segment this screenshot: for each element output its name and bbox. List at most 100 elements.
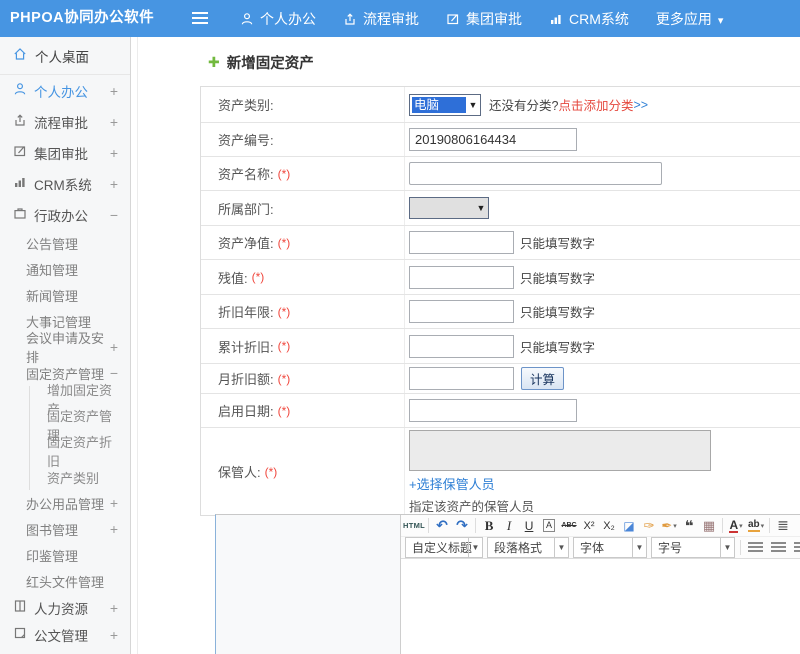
chevron-down-icon: ▾ [761,522,765,530]
bar-chart-icon [549,12,563,26]
sidebar-item-office-supplies-mgmt[interactable]: 办公用品管理 + [0,490,130,516]
expand-icon[interactable]: + [110,495,118,511]
field-label: 启用日期: [218,401,274,420]
sidebar-item-admin-office[interactable]: 行政办公 − [0,199,130,230]
blockquote-button[interactable]: ❝ [679,516,699,536]
subscript-button[interactable]: X₂ [599,516,619,536]
format-brush-button[interactable]: ✑ [639,516,659,536]
sidebar-item-process-approval[interactable]: 流程审批 + [0,106,130,137]
nav-item-process-approval[interactable]: 流程审批 [343,9,419,29]
sidebar-item-news-mgmt[interactable]: 新闻管理 [0,282,130,308]
required-mark: (*) [278,236,291,250]
add-category-link[interactable]: 点击添加分类 [558,95,633,114]
redo-button[interactable]: ↷ [452,516,472,536]
page-title: ✚ 新增固定资产 [208,52,314,73]
editor-label-cell [216,515,400,654]
sidebar-item-desktop[interactable]: 个人桌面 [0,37,130,75]
sidebar-item-announcement-mgmt[interactable]: 公告管理 [0,230,130,256]
edit-icon [13,144,27,161]
acc-dep-input[interactable] [409,335,514,358]
document-icon [13,626,27,643]
toolbar-separator [769,518,770,533]
form-row-department: 所属部门: ▼ [201,191,800,226]
required-mark: (*) [278,305,291,319]
numeric-only-note: 只能填写数字 [520,268,595,287]
expand-icon[interactable]: + [110,521,118,537]
toolbar-separator [475,518,476,533]
dep-years-input[interactable] [409,300,514,323]
start-date-input[interactable] [409,399,577,422]
calculate-button[interactable]: 计算 [521,367,564,390]
nav-item-crm[interactable]: CRM系统 [549,9,629,29]
strikethrough-button[interactable]: ABC [559,516,579,536]
expand-icon[interactable]: + [110,339,118,355]
font-size-select[interactable]: 字号 ▼ [651,537,735,558]
field-label: 所属部门: [218,199,274,218]
add-category-arrows[interactable]: >> [633,98,648,112]
expand-icon[interactable]: + [110,176,118,192]
nav-item-personal-office[interactable]: 个人办公 [240,9,316,29]
fixed-asset-submenu: 增加固定资产 固定资产管理 固定资产折旧 资产类别 [29,386,130,490]
required-mark: (*) [278,339,291,353]
expand-icon[interactable]: + [110,627,118,643]
italic-button[interactable]: I [499,516,519,536]
sidebar-item-fixed-asset-depreciation[interactable]: 固定资产折旧 [30,438,130,464]
sidebar-item-personal-office[interactable]: 个人办公 + [0,75,130,106]
keeper-textarea[interactable] [409,430,711,471]
form-row-start-date: 启用日期: (*) [201,394,800,428]
expand-icon[interactable]: + [110,145,118,161]
sidebar-item-crm[interactable]: CRM系统 + [0,168,130,199]
sidebar-item-meeting-mgmt[interactable]: 会议申请及安排 + [0,334,130,360]
sidebar-item-hr[interactable]: 人力资源 + [0,594,130,621]
superscript-button[interactable]: X² [579,516,599,536]
source-button[interactable]: HTML [403,516,425,536]
expand-icon[interactable]: + [110,83,118,99]
numeric-only-note: 只能填写数字 [520,337,595,356]
highlight-button[interactable]: ab▾ [746,516,766,536]
list-button[interactable]: ≣ [773,516,793,536]
align-center-icon[interactable] [771,542,786,553]
paste-table-button[interactable]: ▦ [699,516,719,536]
field-label: 资产净值: [218,233,274,252]
nav-item-group-approval[interactable]: 集团审批 [446,9,522,29]
sidebar-item-asset-category[interactable]: 资产类别 [30,464,130,490]
editor-content-area[interactable] [401,559,800,654]
sidebar-item-notice-mgmt[interactable]: 通知管理 [0,256,130,282]
nav-item-more-apps[interactable]: 更多应用 [656,9,724,29]
field-label: 资产编号: [218,130,274,149]
book-icon [13,599,27,616]
person-icon [13,82,27,99]
salvage-input[interactable] [409,266,514,289]
expand-icon[interactable]: + [110,114,118,130]
hamburger-menu-icon[interactable] [192,12,208,27]
sidebar-item-group-approval[interactable]: 集团审批 + [0,137,130,168]
underline-button[interactable]: U [519,516,539,536]
collapse-icon[interactable]: − [110,365,118,381]
select-keeper-link[interactable]: +选择保管人员 [409,474,495,493]
bold-button[interactable]: B [479,516,499,536]
eraser-button[interactable]: ◪ [619,516,639,536]
sidebar-item-document-mgmt[interactable]: 公文管理 + [0,621,130,648]
expand-icon[interactable]: + [110,600,118,616]
font-family-select[interactable]: 字体 ▼ [573,537,647,558]
custom-title-select[interactable]: 自定义标题 ▼ [405,537,483,558]
department-select[interactable]: ▼ [409,197,489,219]
asset-name-input[interactable] [409,162,662,185]
auto-typeset-button[interactable]: ✒▾ [659,516,679,536]
align-right-icon[interactable] [794,542,800,553]
selected-option: 电脑 [412,97,466,113]
sidebar-item-seal-mgmt[interactable]: 印鉴管理 [0,542,130,568]
collapse-icon[interactable]: − [110,207,118,223]
font-box-button[interactable]: A [539,516,559,536]
asset-category-select[interactable]: 电脑 ▼ [409,94,481,116]
sidebar-item-official-doc-mgmt[interactable]: 红头文件管理 [0,568,130,594]
monthly-dep-input[interactable] [409,367,514,390]
sidebar-item-book-mgmt[interactable]: 图书管理 + [0,516,130,542]
chevron-down-icon: ▾ [673,522,677,530]
font-color-button[interactable]: A▾ [726,516,746,536]
asset-no-input[interactable] [409,128,577,151]
undo-button[interactable]: ↶ [432,516,452,536]
paragraph-format-select[interactable]: 段落格式 ▼ [487,537,569,558]
net-value-input[interactable] [409,231,514,254]
align-left-icon[interactable] [748,542,763,553]
